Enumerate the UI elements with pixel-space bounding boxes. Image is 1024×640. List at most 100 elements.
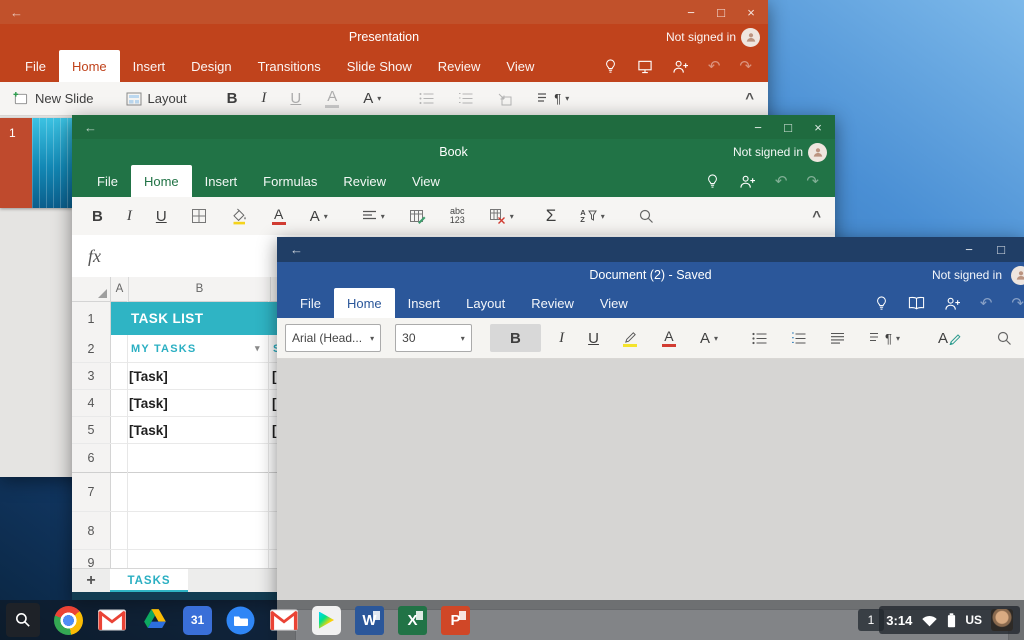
highlight-button[interactable] <box>611 330 650 347</box>
bold-button[interactable]: B <box>489 324 542 352</box>
account-avatar-icon[interactable] <box>1011 265 1024 285</box>
fill-color-button[interactable] <box>219 208 260 225</box>
maximize-button[interactable]: □ <box>994 242 1008 257</box>
italic-button[interactable]: I <box>547 330 576 347</box>
read-mode-book-icon[interactable] <box>908 296 925 310</box>
tab-review[interactable]: Review <box>518 288 587 318</box>
sheet-tab-tasks[interactable]: TASKS <box>110 569 188 593</box>
numbering-button[interactable] <box>779 332 818 345</box>
find-button[interactable] <box>627 209 666 224</box>
bold-button[interactable]: B <box>215 90 250 107</box>
paragraph-format-button[interactable]: ¶ ▾ <box>525 91 581 106</box>
italic-button[interactable]: I <box>249 90 278 107</box>
sort-filter-button[interactable]: A Z ▾ <box>568 209 616 224</box>
underline-button[interactable]: U <box>278 90 313 107</box>
tab-file[interactable]: File <box>84 165 131 197</box>
account-avatar-icon[interactable] <box>741 27 760 47</box>
column-header-a[interactable]: A <box>111 277 128 301</box>
add-sheet-button[interactable]: + <box>72 572 110 590</box>
tab-transitions[interactable]: Transitions <box>245 50 334 82</box>
new-slide-button[interactable]: New Slide <box>0 91 106 106</box>
tab-insert[interactable]: Insert <box>192 165 251 197</box>
tell-me-lightbulb-icon[interactable] <box>705 173 720 189</box>
minimize-button[interactable]: − <box>751 120 765 135</box>
excel-window-strip[interactable]: ← − □ × <box>72 115 835 139</box>
tab-file[interactable]: File <box>287 288 334 318</box>
number-format-button[interactable]: abc 123 <box>438 207 477 225</box>
collapse-ribbon-icon[interactable]: ^ <box>745 90 768 107</box>
system-tray[interactable]: 3:14 US <box>879 606 1020 634</box>
layout-button[interactable]: Layout <box>114 91 199 106</box>
user-avatar[interactable] <box>991 609 1013 631</box>
gmail-icon[interactable] <box>97 606 126 635</box>
tab-view[interactable]: View <box>587 288 641 318</box>
word-app-icon[interactable]: W <box>355 605 384 635</box>
tab-layout[interactable]: Layout <box>453 288 518 318</box>
close-button[interactable]: × <box>811 120 825 135</box>
row-header[interactable]: 1 <box>72 302 111 335</box>
row-header[interactable]: 6 <box>72 444 111 472</box>
tell-me-lightbulb-icon[interactable] <box>874 295 889 311</box>
italic-button[interactable]: I <box>115 208 144 225</box>
tab-review[interactable]: Review <box>425 50 494 82</box>
format-as-table-button[interactable] <box>397 208 438 224</box>
back-icon[interactable]: ← <box>0 5 23 20</box>
strikethrough-button[interactable]: A <box>313 89 351 108</box>
calendar-icon[interactable]: 31 <box>183 605 212 635</box>
tab-review[interactable]: Review <box>330 165 399 197</box>
redo-icon[interactable]: ↷ <box>739 57 752 75</box>
filter-dropdown-icon[interactable]: ▾ <box>255 343 260 354</box>
font-size-select[interactable]: 30 ▾ <box>395 324 472 352</box>
font-color-button[interactable]: A <box>260 207 298 225</box>
line-spacing-button[interactable]: ¶ ▾ <box>857 331 912 346</box>
row-header[interactable]: 5 <box>72 417 111 443</box>
row-header[interactable]: 3 <box>72 363 111 389</box>
justify-button[interactable] <box>818 332 857 345</box>
word-window-strip[interactable]: ← − □ <box>277 237 1024 262</box>
row-header[interactable]: 8 <box>72 512 111 549</box>
tab-home[interactable]: Home <box>333 288 395 318</box>
tab-slideshow[interactable]: Slide Show <box>334 50 425 82</box>
underline-button[interactable]: U <box>144 208 179 225</box>
tab-formulas[interactable]: Formulas <box>250 165 330 197</box>
font-name-select[interactable]: Arial (Head... ▾ <box>285 324 382 352</box>
redo-icon[interactable]: ↷ <box>1011 294 1024 312</box>
row-header[interactable]: 4 <box>72 390 111 416</box>
tab-file[interactable]: File <box>12 50 59 82</box>
styles-button[interactable]: A <box>926 330 973 347</box>
present-screen-icon[interactable] <box>637 59 653 74</box>
tell-me-lightbulb-icon[interactable] <box>603 58 618 74</box>
redo-icon[interactable]: ↷ <box>806 172 819 190</box>
underline-button[interactable]: U <box>576 330 611 347</box>
bullets-button[interactable] <box>740 332 779 345</box>
cells-button[interactable]: ▾ <box>477 208 526 224</box>
launcher-button[interactable] <box>6 603 40 637</box>
powerpoint-app-icon[interactable]: P <box>441 605 470 635</box>
tab-design[interactable]: Design <box>178 50 244 82</box>
account-avatar-icon[interactable] <box>808 142 827 162</box>
files-app-icon[interactable] <box>226 606 255 635</box>
excel-app-icon[interactable]: X <box>398 605 427 635</box>
tab-home[interactable]: Home <box>130 165 192 197</box>
account-status[interactable]: Not signed in <box>666 30 736 44</box>
tab-home[interactable]: Home <box>58 50 120 82</box>
back-icon[interactable]: ← <box>72 120 97 135</box>
slide-thumbnail[interactable]: 1 <box>0 118 72 208</box>
borders-button[interactable] <box>179 208 219 224</box>
google-drive-icon[interactable] <box>140 606 169 635</box>
autosum-button[interactable]: Σ <box>534 206 569 226</box>
tab-view[interactable]: View <box>493 50 547 82</box>
maximize-button[interactable]: □ <box>781 120 795 135</box>
find-button[interactable] <box>985 331 1024 346</box>
numbering-button[interactable] <box>446 92 485 105</box>
grow-font-button[interactable]: A ▾ <box>688 330 730 347</box>
minimize-button[interactable]: − <box>684 5 698 20</box>
tab-view[interactable]: View <box>399 165 453 197</box>
row-header[interactable]: 2 <box>72 335 111 362</box>
tab-insert[interactable]: Insert <box>120 50 179 82</box>
maximize-button[interactable]: □ <box>714 5 728 20</box>
tab-insert[interactable]: Insert <box>395 288 454 318</box>
select-all-corner[interactable] <box>72 277 111 301</box>
font-size-button[interactable]: A ▾ <box>298 208 340 225</box>
align-button[interactable]: ▾ <box>350 210 397 222</box>
